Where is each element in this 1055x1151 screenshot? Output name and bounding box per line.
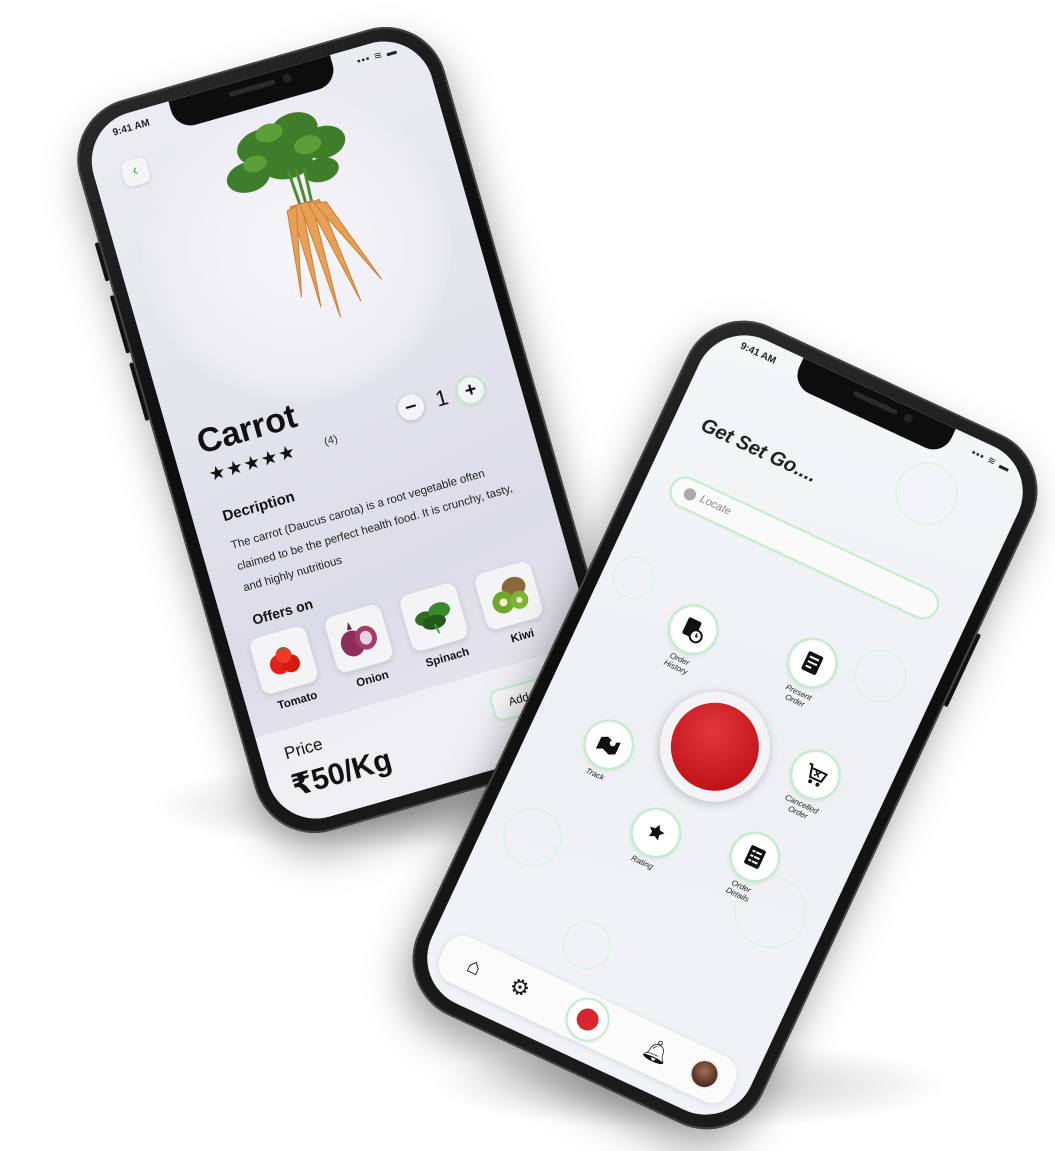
offer-item-spinach[interactable]: Spinach <box>397 580 479 672</box>
menu-rating[interactable]: Rating <box>619 802 687 876</box>
spinach-icon <box>415 602 450 634</box>
background-doodle <box>845 641 915 711</box>
locate-placeholder: Locate <box>697 492 733 518</box>
location-pin-icon: ⬤ <box>681 484 700 503</box>
quantity-stepper: − 1 + <box>394 371 491 425</box>
map-pin-icon <box>595 736 621 755</box>
background-doodle <box>885 452 968 535</box>
menu-track[interactable]: Track <box>572 714 640 788</box>
signal-icon: ▪▪▪ ≋ ▬ <box>969 447 1012 475</box>
onion-icon <box>340 622 377 657</box>
signal-icon: ▪▪▪ ≋ ▬ <box>355 45 399 68</box>
price-label: Price <box>282 734 325 764</box>
background-doodle <box>605 549 662 606</box>
status-time: 9:41 AM <box>738 340 778 367</box>
tomato-icon <box>269 647 301 675</box>
gear-icon[interactable]: ⚙ <box>502 971 537 1006</box>
checklist-icon <box>744 845 766 869</box>
history-icon <box>682 617 703 644</box>
offer-item-kiwi[interactable]: Kiwi <box>472 559 554 651</box>
menu-cancelled-order[interactable]: Cancelled Order <box>775 744 846 826</box>
volume-button <box>129 362 150 421</box>
record-icon <box>656 688 774 806</box>
home-icon[interactable]: ⌂ <box>457 949 492 984</box>
rating-count: (4) <box>322 433 340 449</box>
quantity-decrease-button[interactable]: − <box>395 391 428 424</box>
document-icon <box>801 651 824 675</box>
volume-button <box>94 242 110 282</box>
background-doodle <box>555 913 619 978</box>
avatar[interactable] <box>687 1056 722 1092</box>
offer-item-tomato[interactable]: Tomato <box>248 623 329 715</box>
status-time: 9:41 AM <box>111 117 152 139</box>
record-icon <box>573 1004 603 1035</box>
back-button[interactable]: ‹ <box>119 156 152 189</box>
record-button[interactable] <box>641 673 788 820</box>
offer-item-onion[interactable]: Onion <box>322 602 404 694</box>
menu-present-order[interactable]: Present Order <box>772 632 843 715</box>
volume-button <box>109 294 131 354</box>
menu-order-history[interactable]: Order History <box>653 599 724 681</box>
nav-record-button[interactable] <box>561 992 615 1047</box>
kiwi-icon <box>492 576 529 614</box>
cart-cancel-icon <box>808 762 829 787</box>
stars-icon <box>648 824 665 841</box>
background-doodle <box>494 798 572 876</box>
bell-icon[interactable]: 🔔︎ <box>638 1034 675 1069</box>
quantity-value: 1 <box>432 384 452 412</box>
headline: Get Set Go.... <box>697 414 821 488</box>
notch <box>790 357 956 456</box>
quantity-increase-button[interactable]: + <box>454 374 487 407</box>
chevron-left-icon: ‹ <box>130 161 141 180</box>
